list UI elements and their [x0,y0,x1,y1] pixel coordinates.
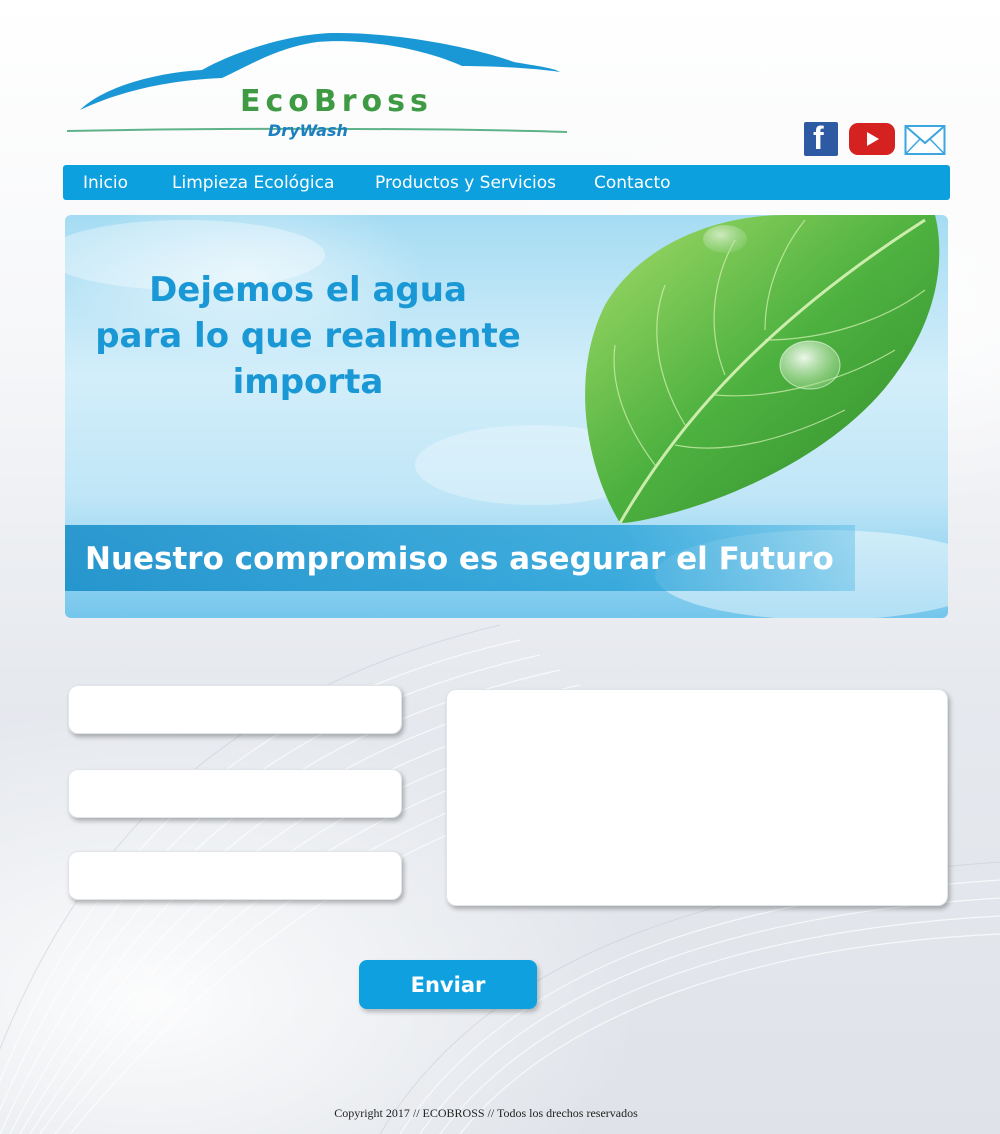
headline-line-2: para lo que realmente [95,316,521,356]
hero-band-text: Nuestro compromiso es asegurar el Futuro [85,541,834,577]
hero-banner: Dejemos el agua para lo que realmente im… [65,215,948,618]
main-nav: Inicio Limpieza Ecológica Productos y Se… [63,165,950,200]
submit-button[interactable]: Enviar [359,960,537,1009]
brand-tagline: DryWash [268,121,348,140]
hero-headline: Dejemos el agua para lo que realmente im… [65,267,551,405]
nav-item-limpieza-ecologica[interactable]: Limpieza Ecológica [172,173,334,193]
headline-line-3: importa [232,362,384,402]
play-icon [867,132,879,146]
envelope-icon [904,125,946,155]
headline-line-1: Dejemos el agua [149,270,467,310]
nav-item-inicio[interactable]: Inicio [83,173,128,193]
message-textarea[interactable] [446,689,948,906]
form-field-1[interactable] [68,685,402,734]
logo[interactable]: EcoBross DryWash [62,28,572,143]
facebook-letter: f [813,120,824,156]
nav-item-productos-servicios[interactable]: Productos y Servicios [375,173,556,193]
brand-name: EcoBross [240,84,433,119]
youtube-icon[interactable] [849,123,895,155]
facebook-icon[interactable]: f [804,120,838,156]
form-field-2[interactable] [68,769,402,818]
form-field-3[interactable] [68,851,402,900]
nav-item-contacto[interactable]: Contacto [594,173,671,193]
mail-icon[interactable] [904,124,946,156]
footer-copyright: Copyright 2017 // ECOBROSS // Todos los … [334,1106,638,1120]
